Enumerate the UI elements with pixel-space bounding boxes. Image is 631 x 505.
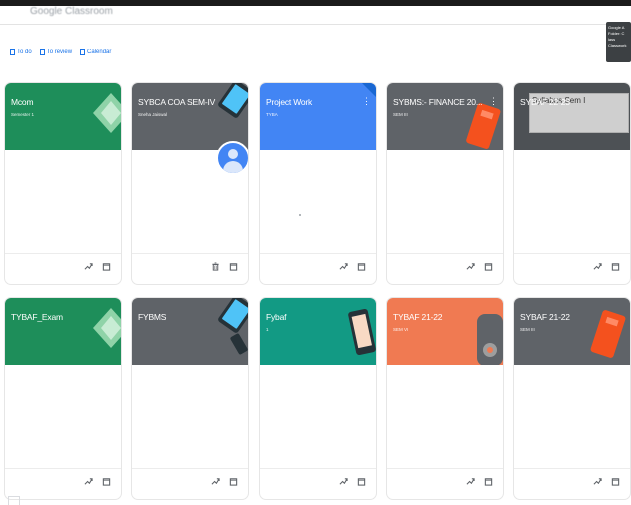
class-title[interactable]: SYBCA COA SEM-IV (138, 97, 215, 107)
class-title[interactable]: Project Work (266, 97, 312, 107)
card-footer (132, 253, 248, 284)
class-title[interactable]: TYBAF_Exam (11, 312, 63, 322)
tablet-illustration (218, 83, 248, 118)
class-title[interactable]: FYBMS (138, 312, 166, 322)
trending-up-icon[interactable] (339, 262, 348, 271)
class-card[interactable]: TYBAF 21-22 SEM VI (386, 297, 504, 500)
class-title[interactable]: TYBAF 21-22 (393, 312, 442, 322)
card-footer (260, 468, 376, 499)
card-footer (260, 253, 376, 284)
class-title[interactable]: SYBAF 22-23 (520, 97, 570, 107)
class-title[interactable]: SYBAF 21-22 (520, 312, 570, 322)
card-footer (514, 253, 630, 284)
calendar-label: Calendar (87, 49, 112, 55)
todo-label: To do (17, 49, 32, 55)
trending-up-icon[interactable] (466, 262, 475, 271)
class-title[interactable]: Mcom (11, 97, 34, 107)
class-subtitle: Semester 1 (11, 112, 35, 117)
card-footer (5, 253, 121, 284)
class-banner[interactable]: TYBAF_Exam (5, 298, 121, 365)
class-banner[interactable]: SYBAF 21-22 SEM III (514, 298, 630, 365)
tooltip-line: Classwork (608, 43, 627, 48)
trending-up-icon[interactable] (593, 477, 602, 486)
more-vert-icon[interactable]: ⋮ (362, 97, 371, 106)
class-subtitle: 1 (266, 327, 269, 332)
trending-up-icon[interactable] (339, 477, 348, 486)
class-card[interactable]: FYBMS (131, 297, 249, 500)
folder-icon[interactable] (357, 477, 366, 486)
trending-up-icon[interactable] (84, 262, 93, 271)
class-card[interactable]: Mcom Semester 1 (4, 82, 122, 285)
card-footer (132, 468, 248, 499)
diamond-illustration (93, 308, 121, 348)
folder-icon[interactable] (611, 477, 620, 486)
calendar-icon (80, 49, 86, 55)
class-card[interactable]: SYBCA COA SEM-IV Sneha Jaiswal (131, 82, 249, 285)
trending-up-icon[interactable] (84, 477, 93, 486)
class-title[interactable]: SYBMS:- FINANCE 20... (393, 97, 483, 107)
calendar-link[interactable]: Calendar (80, 49, 111, 55)
todo-link[interactable]: To do (10, 49, 32, 55)
folder-icon[interactable] (611, 262, 620, 271)
class-banner[interactable]: Project Work TYBA ⋮ (260, 83, 376, 150)
trending-up-icon[interactable] (593, 262, 602, 271)
class-subtitle: TYBA (266, 112, 278, 117)
more-vert-icon[interactable]: ⋮ (489, 97, 498, 106)
class-title[interactable]: Fybaf (266, 312, 286, 322)
quick-links: To do To review Calendar (10, 49, 111, 55)
class-subtitle: SEM VI (393, 327, 409, 332)
class-subtitle: SEM III (520, 327, 535, 332)
class-card[interactable]: Project Work TYBA ⋮ (259, 82, 377, 285)
folder-icon[interactable] (484, 477, 493, 486)
class-banner[interactable]: TYBAF 21-22 SEM VI (387, 298, 503, 365)
loading-dot (299, 214, 301, 216)
folder-icon[interactable] (357, 262, 366, 271)
trending-up-icon[interactable] (211, 477, 220, 486)
to-review-label: To review (46, 49, 73, 55)
class-card[interactable]: Syllabus Sem I SYBAF 22-23 (513, 82, 631, 285)
folder-icon[interactable] (229, 262, 238, 271)
trending-up-icon[interactable] (466, 477, 475, 486)
class-card[interactable]: Fybaf 1 (259, 297, 377, 500)
teacher-avatar[interactable] (216, 141, 248, 175)
app-title[interactable]: Google Classroom (30, 6, 113, 17)
class-card[interactable]: TYBAF_Exam (4, 297, 122, 500)
top-app-bar: Google Classroom (0, 0, 631, 25)
card-footer (387, 468, 503, 499)
diamond-illustration (93, 93, 121, 133)
card-footer (5, 468, 121, 499)
tablet-illustration (218, 298, 248, 355)
class-banner[interactable]: Fybaf 1 (260, 298, 376, 365)
class-banner[interactable]: Mcom Semester 1 (5, 83, 121, 150)
class-banner[interactable]: FYBMS (132, 298, 248, 365)
gadget-illustration (477, 314, 503, 365)
folder-icon[interactable] (102, 262, 111, 271)
class-banner[interactable]: Syllabus Sem I SYBAF 22-23 (514, 83, 630, 150)
todo-icon (10, 49, 15, 55)
class-banner[interactable]: SYBMS:- FINANCE 20... SEM III ⋮ (387, 83, 503, 150)
class-card[interactable]: SYBMS:- FINANCE 20... SEM III ⋮ (386, 82, 504, 285)
phone-illustration (348, 308, 376, 356)
folder-icon[interactable] (102, 477, 111, 486)
to-review-link[interactable]: To review (39, 49, 73, 55)
class-card[interactable]: SYBAF 21-22 SEM III (513, 297, 631, 500)
trash-icon[interactable] (211, 262, 220, 271)
book-illustration (466, 103, 501, 149)
class-banner[interactable]: SYBCA COA SEM-IV Sneha Jaiswal (132, 83, 248, 150)
class-subtitle: SEM III (393, 112, 408, 117)
to-review-icon (39, 49, 45, 55)
class-subtitle: Sneha Jaiswal (138, 112, 168, 117)
card-footer (387, 253, 503, 284)
notification-tooltip: Google A Folder: C lass Classwork (606, 22, 631, 62)
folder-icon[interactable] (484, 262, 493, 271)
folder-icon[interactable] (229, 477, 238, 486)
book-illustration (590, 310, 626, 358)
card-footer (514, 468, 630, 499)
